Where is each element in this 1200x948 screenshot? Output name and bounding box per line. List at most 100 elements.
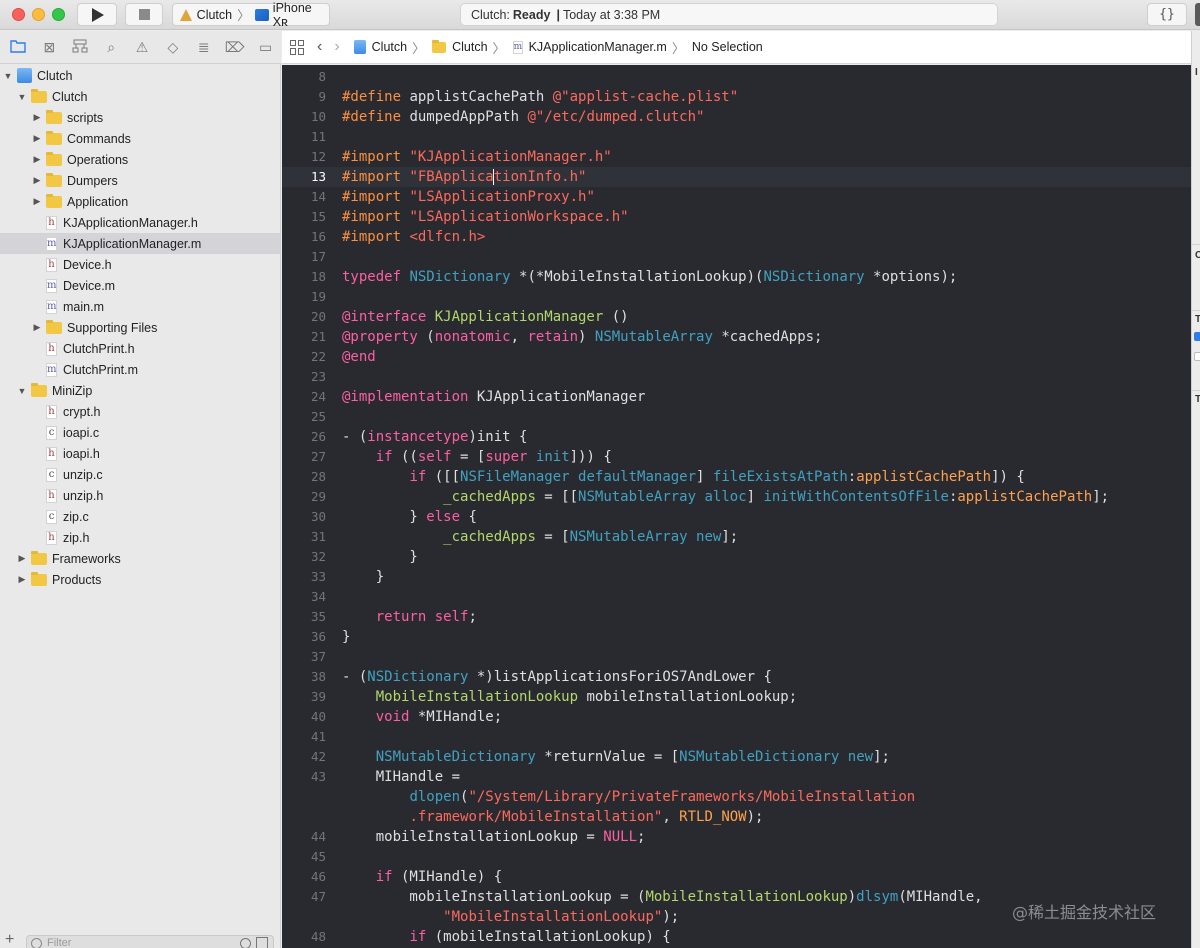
- code-line[interactable]: 39 MobileInstallationLookup mobileInstal…: [282, 687, 1191, 707]
- code-line[interactable]: 24 @implementation KJApplicationManager: [282, 387, 1191, 407]
- code-line[interactable]: 14 #import "LSApplicationProxy.h": [282, 187, 1191, 207]
- test-navigator-tab[interactable]: ◇: [157, 35, 188, 59]
- code-line[interactable]: 13 #import "FBApplicationInfo.h": [282, 167, 1191, 187]
- tree-item[interactable]: m KJApplicationManager.m: [0, 233, 280, 254]
- jumpbar-item-project[interactable]: Clutch 〉: [353, 38, 426, 57]
- disclosure-open-icon[interactable]: ▼: [16, 386, 28, 396]
- breakpoint-navigator-tab[interactable]: ⌦: [219, 35, 250, 59]
- recent-files-icon[interactable]: [240, 938, 251, 948]
- disclosure-closed-icon[interactable]: ▶: [31, 112, 43, 123]
- code-line[interactable]: 20 @interface KJApplicationManager (): [282, 307, 1191, 327]
- code-line[interactable]: 35 return self;: [282, 607, 1191, 627]
- disclosure-closed-icon[interactable]: ▶: [31, 133, 43, 144]
- source-control-navigator-tab[interactable]: ⊠: [34, 35, 65, 59]
- code-line[interactable]: .framework/MobileInstallation", RTLD_NOW…: [282, 807, 1191, 827]
- debug-navigator-tab[interactable]: ≣: [188, 35, 219, 59]
- minimize-window-button[interactable]: [32, 8, 45, 21]
- source-editor[interactable]: 8 9 #define applistCachePath @"applist-cac…: [282, 65, 1191, 948]
- target-membership-checkbox[interactable]: [1194, 332, 1200, 341]
- issue-navigator-tab[interactable]: ⚠: [127, 35, 158, 59]
- code-line[interactable]: 38 - (NSDictionary *)listApplicationsFori…: [282, 667, 1191, 687]
- back-arrow-icon[interactable]: ‹: [317, 38, 322, 56]
- symbol-navigator-tab[interactable]: [65, 35, 96, 59]
- tree-item[interactable]: c unzip.c: [0, 464, 280, 485]
- code-line[interactable]: 27 if ((self = [super init])) {: [282, 447, 1191, 467]
- code-line[interactable]: 9 #define applistCachePath @"applist-cach…: [282, 87, 1191, 107]
- add-file-button[interactable]: +: [5, 931, 14, 948]
- disclosure-closed-icon[interactable]: ▶: [31, 196, 43, 207]
- zoom-window-button[interactable]: [52, 8, 65, 21]
- code-line[interactable]: 28 if ([[NSFileManager defaultManager] f…: [282, 467, 1191, 487]
- tree-item[interactable]: ▶ Operations: [0, 149, 280, 170]
- tree-item[interactable]: ▶ Application: [0, 191, 280, 212]
- code-line[interactable]: 43 MIHandle =: [282, 767, 1191, 787]
- tree-item[interactable]: ▶ Products: [0, 569, 280, 590]
- code-line[interactable]: 25: [282, 407, 1191, 427]
- code-line[interactable]: 40 void *MIHandle;: [282, 707, 1191, 727]
- code-line[interactable]: 42 NSMutableDictionary *returnValue = [N…: [282, 747, 1191, 767]
- code-line[interactable]: 22 @end: [282, 347, 1191, 367]
- disclosure-closed-icon[interactable]: ▶: [31, 322, 43, 333]
- tree-item[interactable]: ▶ Supporting Files: [0, 317, 280, 338]
- code-line[interactable]: 30 } else {: [282, 507, 1191, 527]
- related-items-icon[interactable]: [290, 39, 305, 55]
- code-line[interactable]: 34: [282, 587, 1191, 607]
- code-line[interactable]: 23: [282, 367, 1191, 387]
- tree-item[interactable]: h Device.h: [0, 254, 280, 275]
- code-line[interactable]: 12 #import "KJApplicationManager.h": [282, 147, 1191, 167]
- forward-arrow-icon[interactable]: ›: [334, 38, 339, 56]
- code-line[interactable]: 46 if (MIHandle) {: [282, 867, 1191, 887]
- tree-item[interactable]: ▼ Clutch: [0, 86, 280, 107]
- code-line[interactable]: 16 #import <dlfcn.h>: [282, 227, 1191, 247]
- code-line[interactable]: 10 #define dumpedAppPath @"/etc/dumped.cl…: [282, 107, 1191, 127]
- tree-item[interactable]: h unzip.h: [0, 485, 280, 506]
- disclosure-closed-icon[interactable]: ▶: [16, 553, 28, 564]
- disclosure-open-icon[interactable]: ▼: [16, 92, 28, 102]
- scheme-selector[interactable]: Clutch 〉 iPhone Xʀ: [172, 1, 330, 29]
- code-line[interactable]: 33 }: [282, 567, 1191, 587]
- code-line[interactable]: 11: [282, 127, 1191, 147]
- tree-item[interactable]: m main.m: [0, 296, 280, 317]
- code-line[interactable]: 44 mobileInstallationLookup = NULL;: [282, 827, 1191, 847]
- tree-item[interactable]: h zip.h: [0, 527, 280, 548]
- disclosure-closed-icon[interactable]: ▶: [31, 154, 43, 165]
- tree-item[interactable]: h ioapi.h: [0, 443, 280, 464]
- code-line[interactable]: 29 _cachedApps = [[NSMutableArray alloc]…: [282, 487, 1191, 507]
- code-line[interactable]: 48 if (mobileInstallationLookup) {: [282, 927, 1191, 947]
- code-line[interactable]: 32 }: [282, 547, 1191, 567]
- tree-item[interactable]: c ioapi.c: [0, 422, 280, 443]
- code-line[interactable]: dlopen("/System/Library/PrivateFramework…: [282, 787, 1191, 807]
- code-line[interactable]: 26 - (instancetype)init {: [282, 427, 1191, 447]
- code-line[interactable]: 15 #import "LSApplicationWorkspace.h": [282, 207, 1191, 227]
- code-line[interactable]: 21 @property (nonatomic, retain) NSMutabl…: [282, 327, 1191, 347]
- close-window-button[interactable]: [12, 8, 25, 21]
- disclosure-closed-icon[interactable]: ▶: [16, 574, 28, 585]
- tree-item[interactable]: ▶ scripts: [0, 107, 280, 128]
- tree-item[interactable]: m ClutchPrint.m: [0, 359, 280, 380]
- target-membership-checkbox[interactable]: [1194, 352, 1200, 361]
- tree-item[interactable]: c zip.c: [0, 506, 280, 527]
- jumpbar-item-group[interactable]: Clutch 〉: [432, 38, 506, 57]
- code-line[interactable]: 31 _cachedApps = [NSMutableArray new];: [282, 527, 1191, 547]
- tree-item[interactable]: h ClutchPrint.h: [0, 338, 280, 359]
- find-navigator-tab[interactable]: ⌕: [96, 35, 127, 59]
- code-line[interactable]: 45: [282, 847, 1191, 867]
- report-navigator-tab[interactable]: ▭: [250, 35, 281, 59]
- disclosure-open-icon[interactable]: ▼: [2, 71, 14, 81]
- code-line[interactable]: 37: [282, 647, 1191, 667]
- code-line[interactable]: 8: [282, 67, 1191, 87]
- code-line[interactable]: 19: [282, 287, 1191, 307]
- code-line[interactable]: 17: [282, 247, 1191, 267]
- tree-item[interactable]: ▼ Clutch: [0, 65, 280, 86]
- run-button[interactable]: [77, 3, 117, 26]
- code-line[interactable]: 18 typedef NSDictionary *(*MobileInstalla…: [282, 267, 1191, 287]
- filter-input[interactable]: Filter: [26, 935, 274, 948]
- tree-item[interactable]: ▶ Commands: [0, 128, 280, 149]
- tree-item[interactable]: ▶ Dumpers: [0, 170, 280, 191]
- library-button[interactable]: {}: [1147, 3, 1187, 26]
- jumpbar-item-symbol[interactable]: No Selection: [692, 40, 763, 54]
- tree-item[interactable]: ▶ Frameworks: [0, 548, 280, 569]
- tree-item[interactable]: ▼ MiniZip: [0, 380, 280, 401]
- disclosure-closed-icon[interactable]: ▶: [31, 175, 43, 186]
- code-line[interactable]: 41: [282, 727, 1191, 747]
